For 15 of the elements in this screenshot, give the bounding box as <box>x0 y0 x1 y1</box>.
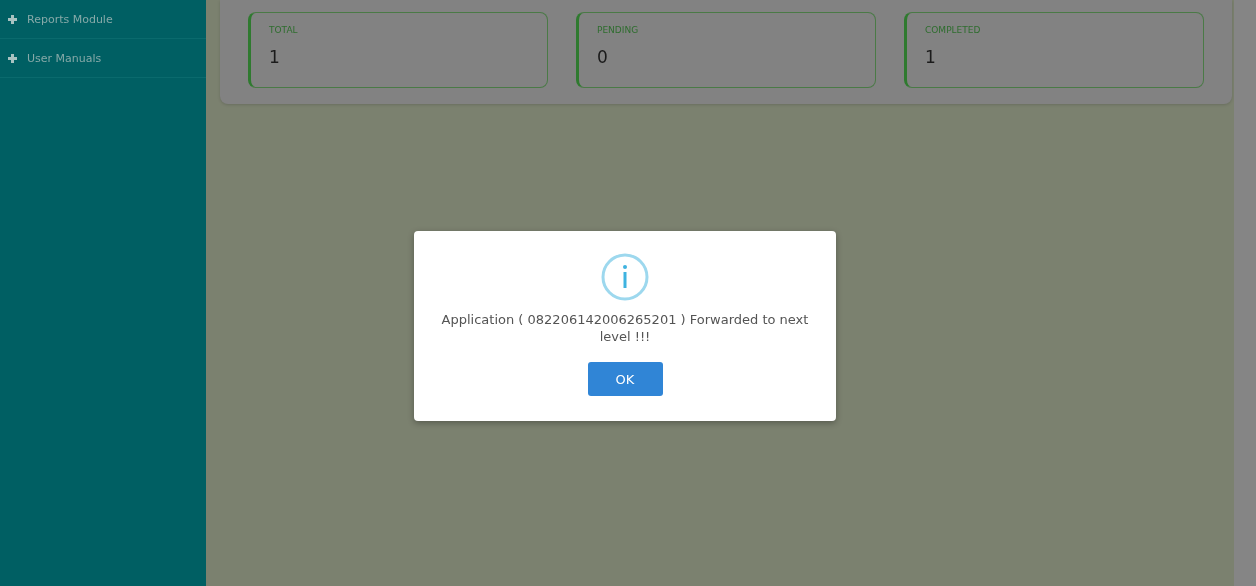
plus-icon <box>8 53 17 63</box>
dialog-message: Application ( 082206142006265201 ) Forwarded to next level !!! <box>440 311 810 345</box>
stat-label: TOTAL <box>269 25 299 35</box>
stat-label: PENDING <box>597 25 640 35</box>
sidebar-item-label: User Manuals <box>27 51 102 65</box>
sidebar-item[interactable]: User Manuals <box>0 39 206 78</box>
stat-label: COMPLETED <box>925 25 982 35</box>
stat-value: 0 <box>597 47 609 67</box>
sidebar-item-label: Reports Module <box>27 12 113 26</box>
ok-button[interactable]: OK <box>587 362 663 396</box>
stat-value: 1 <box>925 47 937 67</box>
plus-icon <box>8 14 17 24</box>
info-icon <box>601 253 649 301</box>
sidebar-item[interactable]: Reports Module <box>0 0 206 39</box>
stat-value: 1 <box>269 47 281 67</box>
